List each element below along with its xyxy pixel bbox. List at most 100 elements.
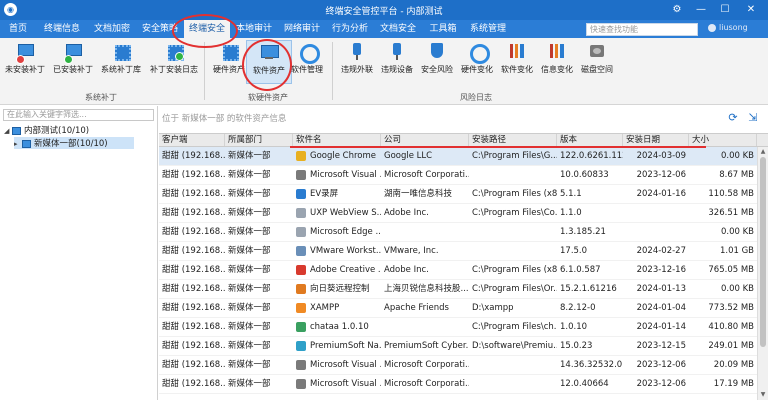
- app-icon: [296, 207, 306, 218]
- cell-dept: 新媒体一部: [225, 147, 293, 166]
- cell-dept: 新媒体一部: [225, 299, 293, 318]
- tab-terminal-security[interactable]: 终端安全: [184, 20, 230, 38]
- cell-dept: 新媒体一部: [225, 166, 293, 185]
- cell-text: 1.3.185.21: [560, 227, 606, 237]
- table-row[interactable]: 甜甜 (192.168... 新媒体一部 EV录屏 湖南一唯信息科技 C:\Progra…: [159, 185, 757, 204]
- tab-network-audit[interactable]: 网络审计: [278, 20, 326, 38]
- cell-size: 765.05 MB: [689, 261, 757, 280]
- table-row[interactable]: 甜甜 (192.168... 新媒体一部 Adobe Creative ... Ado…: [159, 261, 757, 280]
- cell-text: Microsoft Corporati...: [384, 360, 469, 370]
- cell-text: 新媒体一部: [228, 341, 271, 351]
- cell-text: 14.36.32532.0: [560, 360, 623, 370]
- scroll-thumb[interactable]: [760, 157, 766, 347]
- cell-size: 0.00 KB: [689, 223, 757, 242]
- tab-document-security[interactable]: 文档安全: [374, 20, 422, 38]
- cell-text: 甜甜 (192.168...: [162, 322, 225, 332]
- group-label-patch: 系统补丁: [85, 93, 117, 102]
- cell-client: 甜甜 (192.168...: [159, 375, 225, 394]
- table-row[interactable]: 甜甜 (192.168... 新媒体一部 UXP WebView S... Adobe…: [159, 204, 757, 223]
- tree-filter-input[interactable]: 在此输入关键字筛选...: [3, 109, 154, 121]
- patch-library-button[interactable]: 系统补丁库: [98, 40, 144, 84]
- cell-text: 2023-12-06: [636, 170, 686, 180]
- settings-icon[interactable]: ⚙: [668, 2, 686, 18]
- column-install-date[interactable]: 安装日期: [623, 134, 689, 146]
- cell-text: 2024-03-09: [636, 151, 686, 161]
- cell-client: 甜甜 (192.168...: [159, 280, 225, 299]
- cell-text: 2023-12-16: [636, 265, 686, 275]
- cell-client: 甜甜 (192.168...: [159, 166, 225, 185]
- main-panel: 位于 新媒体一部 的软件资产信息 ⟳ ⇲ 客户端 所属部门 软件名 公司 安装路…: [159, 106, 768, 400]
- table-row[interactable]: 甜甜 (192.168... 新媒体一部 Microsoft Edge ... 1.3…: [159, 223, 757, 242]
- software-table: 甜甜 (192.168... 新媒体一部 Google Chrome Google L…: [159, 147, 757, 400]
- function-search-input[interactable]: 快速查找功能: [586, 23, 698, 36]
- cell-version: 17.5.0: [557, 242, 623, 261]
- cell-name: PremiumSoft Na...: [293, 337, 381, 356]
- column-install-path[interactable]: 安装路径: [469, 134, 557, 146]
- cell-text: C:\Program Files\Co...: [472, 208, 557, 218]
- tree-node-department[interactable]: ▸ 新媒体一部(10/10): [14, 137, 134, 149]
- table-row[interactable]: 甜甜 (192.168... 新媒体一部 Microsoft Visual ... M…: [159, 166, 757, 185]
- scroll-up-icon[interactable]: ▲: [759, 148, 767, 155]
- tab-security-policy[interactable]: 安全策略: [136, 20, 184, 38]
- cell-company: 上海贝锐信息科技股...: [381, 280, 469, 299]
- installed-patch-button[interactable]: 已安装补丁: [50, 40, 96, 84]
- cell-date: 2023-12-15: [623, 337, 689, 356]
- table-row[interactable]: 甜甜 (192.168... 新媒体一部 Google Chrome Google L…: [159, 147, 757, 166]
- table-row[interactable]: 甜甜 (192.168... 新媒体一部 PremiumSoft Na... Prem…: [159, 337, 757, 356]
- cell-company: 湖南一唯信息科技: [381, 185, 469, 204]
- close-button[interactable]: ✕: [742, 2, 760, 18]
- scroll-down-icon[interactable]: ▼: [759, 391, 767, 398]
- tab-document-encryption[interactable]: 文档加密: [88, 20, 136, 38]
- column-company[interactable]: 公司: [381, 134, 469, 146]
- tree-node-root[interactable]: ◢ 内部测试(10/10): [4, 124, 89, 136]
- table-row[interactable]: 甜甜 (192.168... 新媒体一部 XAMPP Apache Friends D:…: [159, 299, 757, 318]
- refresh-icon[interactable]: ⟳: [727, 112, 739, 124]
- tab-local-audit[interactable]: 本地审计: [230, 20, 278, 38]
- cell-dept: 新媒体一部: [225, 223, 293, 242]
- security-risk-icon: [427, 41, 447, 61]
- cell-text: C:\Program Files\G...: [472, 151, 557, 161]
- table-row[interactable]: 甜甜 (192.168... 新媒体一部 chataa 1.0.10 C:\Progr…: [159, 318, 757, 337]
- expand-arrow-icon[interactable]: ▸: [14, 140, 22, 148]
- patch-log-button[interactable]: 补丁安装日志: [148, 40, 200, 84]
- vertical-scrollbar[interactable]: ▲ ▼: [757, 147, 768, 400]
- tab-home[interactable]: 首页: [0, 20, 36, 38]
- cell-path: [469, 242, 557, 261]
- table-row[interactable]: 甜甜 (192.168... 新媒体一部 Microsoft Visual ... M…: [159, 375, 757, 394]
- cell-size: 0.00 KB: [689, 280, 757, 299]
- cell-name: EV录屏: [293, 185, 381, 204]
- cell-text: 1.1.0: [560, 208, 582, 218]
- tab-system-management[interactable]: 系统管理: [464, 20, 512, 38]
- cell-company: PremiumSoft Cyber...: [381, 337, 469, 356]
- cell-client: 甜甜 (192.168...: [159, 356, 225, 375]
- cell-text: 甜甜 (192.168...: [162, 284, 225, 294]
- minimize-button[interactable]: —: [692, 2, 710, 18]
- tab-terminal-info[interactable]: 终端信息: [36, 20, 88, 38]
- table-row[interactable]: 甜甜 (192.168... 新媒体一部 VMware Workst... VMwar…: [159, 242, 757, 261]
- column-version[interactable]: 版本: [557, 134, 623, 146]
- column-software-name[interactable]: 软件名: [293, 134, 381, 146]
- column-department[interactable]: 所属部门: [225, 134, 293, 146]
- unpatched-button[interactable]: 未安装补丁: [2, 40, 48, 84]
- cell-text: Google LLC: [384, 151, 433, 161]
- cell-company: Apache Friends: [381, 299, 469, 318]
- maximize-button[interactable]: ☐: [716, 2, 734, 18]
- column-client[interactable]: 客户端: [159, 134, 225, 146]
- user-account[interactable]: liusong: [708, 23, 748, 32]
- asset-search-input[interactable]: 位于 新媒体一部 的软件资产信息: [162, 112, 286, 124]
- cell-text: 2024-01-16: [636, 189, 686, 199]
- tab-behavior-analysis[interactable]: 行为分析: [326, 20, 374, 38]
- disk-space-button[interactable]: 磁盘空间: [574, 40, 620, 84]
- tab-toolbox[interactable]: 工具箱: [422, 20, 464, 38]
- table-row[interactable]: 甜甜 (192.168... 新媒体一部 向日葵远程控制 上海贝锐信息科技股... C:…: [159, 280, 757, 299]
- export-icon[interactable]: ⇲: [747, 112, 759, 124]
- cell-size: 20.09 MB: [689, 356, 757, 375]
- cell-client: 甜甜 (192.168...: [159, 223, 225, 242]
- cell-text: 2024-01-13: [636, 284, 686, 294]
- cell-dept: 新媒体一部: [225, 261, 293, 280]
- collapse-arrow-icon[interactable]: ◢: [4, 127, 12, 135]
- software-management-button[interactable]: 软件管理: [284, 40, 330, 84]
- table-row[interactable]: 甜甜 (192.168... 新媒体一部 Microsoft Visual ... M…: [159, 356, 757, 375]
- column-size[interactable]: 大小: [689, 134, 757, 146]
- cell-text: VMware Workst...: [310, 246, 381, 256]
